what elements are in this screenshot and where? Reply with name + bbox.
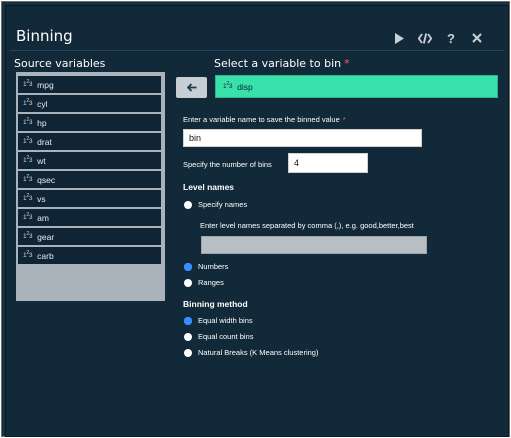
target-variable-box[interactable]: 123 disp	[215, 75, 498, 98]
radio-equal-width-label: Equal width bins	[198, 316, 253, 325]
numeric-icon: 123	[23, 231, 33, 241]
source-variable-item[interactable]: 123 drat	[18, 133, 161, 150]
help-icon[interactable]: ?	[438, 28, 464, 48]
window-frame: Binning ? Source variables 123 mpg 123 cyl 1…	[1, 1, 510, 437]
play-icon[interactable]	[386, 28, 412, 48]
radio-specify-names-label: Specify names	[198, 200, 248, 209]
source-variable-label: qsec	[37, 174, 56, 185]
radio-button[interactable]	[184, 262, 192, 271]
numeric-icon: 123	[23, 174, 33, 184]
source-variable-label: drat	[37, 136, 52, 147]
radio-button[interactable]	[184, 348, 192, 357]
code-icon[interactable]	[412, 28, 438, 48]
radio-natural-breaks[interactable]: Natural Breaks (K Means clustering)	[184, 348, 318, 357]
source-variable-item[interactable]: 123 cyl	[18, 95, 161, 112]
source-variables-title: Source variables	[14, 57, 106, 70]
numeric-icon: 123	[23, 212, 33, 222]
source-variable-item[interactable]: 123 carb	[18, 247, 161, 264]
save-name-label: Enter a variable name to save the binned…	[183, 115, 346, 124]
required-marker: *	[344, 57, 350, 70]
radio-numbers[interactable]: Numbers	[184, 262, 228, 271]
numeric-icon: 123	[23, 79, 33, 89]
source-variable-label: mpg	[37, 79, 54, 90]
radio-equal-width[interactable]: Equal width bins	[184, 316, 253, 325]
source-variable-item[interactable]: 123 vs	[18, 190, 161, 207]
radio-button[interactable]	[184, 278, 192, 287]
source-variable-item[interactable]: 123 qsec	[18, 171, 161, 188]
save-name-label-text: Enter a variable name to save the binned…	[183, 115, 340, 124]
toolbar: ?	[386, 28, 490, 48]
source-variable-label: am	[37, 212, 49, 223]
source-variable-label: cyl	[37, 98, 48, 109]
source-variable-item[interactable]: 123 wt	[18, 152, 161, 169]
radio-equal-count-label: Equal count bins	[198, 332, 254, 341]
source-variables-list[interactable]: 123 mpg 123 cyl 123 hp 123 drat 123 wt 123 qsec 123 v…	[16, 72, 165, 301]
radio-natural-breaks-label: Natural Breaks (K Means clustering)	[198, 348, 319, 357]
arrow-left-icon	[186, 83, 196, 92]
level-names-hint: Enter level names separated by comma (,)…	[200, 221, 414, 230]
source-variable-label: gear	[37, 231, 55, 242]
radio-numbers-label: Numbers	[198, 262, 229, 271]
source-variable-label: carb	[37, 250, 54, 261]
level-names-input[interactable]	[201, 236, 427, 254]
radio-button[interactable]	[184, 200, 192, 209]
numeric-icon: 123	[23, 98, 33, 108]
numeric-icon: 123	[23, 155, 33, 165]
save-name-input[interactable]: bin	[183, 129, 422, 147]
source-variable-label: hp	[37, 117, 47, 128]
numeric-icon: 123	[23, 193, 33, 203]
level-names-heading: Level names	[183, 182, 235, 192]
num-bins-input[interactable]: 4	[288, 153, 368, 173]
radio-button[interactable]	[184, 316, 192, 325]
num-bins-label: Specify the number of bins	[183, 160, 272, 169]
source-variable-label: vs	[37, 193, 46, 204]
radio-specify-names[interactable]: Specify names	[184, 200, 247, 209]
source-variable-item[interactable]: 123 am	[18, 209, 161, 226]
numeric-icon: 123	[23, 117, 33, 127]
source-variable-item[interactable]: 123 hp	[18, 114, 161, 131]
binning-method-heading: Binning method	[183, 299, 248, 309]
source-variable-item[interactable]: 123 mpg	[18, 76, 161, 93]
source-variable-item[interactable]: 123 gear	[18, 228, 161, 245]
source-variable-label: wt	[37, 155, 46, 166]
radio-ranges[interactable]: Ranges	[184, 278, 224, 287]
required-marker: *	[342, 115, 346, 124]
radio-equal-count[interactable]: Equal count bins	[184, 332, 253, 341]
binning-dialog: Binning ? Source variables 123 mpg 123 cyl 1…	[5, 5, 509, 437]
target-title: Select a variable to bin *	[214, 57, 350, 70]
numeric-icon: 123	[23, 250, 33, 260]
close-icon[interactable]	[464, 28, 490, 48]
move-variable-button[interactable]	[176, 77, 207, 98]
dialog-title: Binning	[16, 27, 73, 45]
target-title-text: Select a variable to bin	[214, 57, 342, 70]
target-variable-label: disp	[237, 81, 253, 92]
radio-button[interactable]	[184, 332, 192, 341]
radio-ranges-label: Ranges	[198, 278, 224, 287]
numeric-icon: 123	[23, 136, 33, 146]
numeric-icon: 123	[223, 81, 233, 91]
header-divider	[10, 50, 504, 51]
